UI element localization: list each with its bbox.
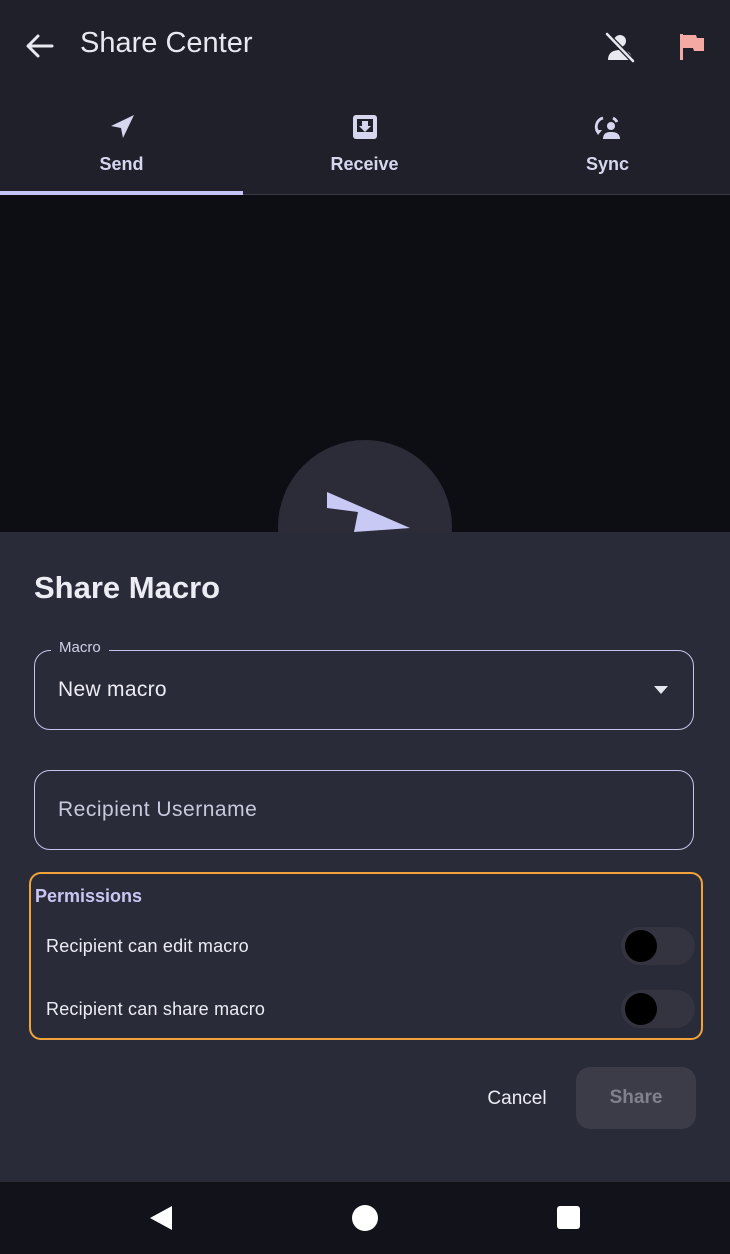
recipient-username-input[interactable]: Recipient Username <box>34 770 694 850</box>
app-title: Share Center <box>80 27 253 59</box>
permission-row-edit: Recipient can edit macro <box>46 927 701 967</box>
permissions-section: Permissions Recipient can edit macro Rec… <box>29 872 703 1040</box>
account-sync-icon <box>594 116 620 139</box>
share-permission-toggle[interactable] <box>621 990 695 1028</box>
tab-send-label: Send <box>99 154 144 174</box>
tab-send[interactable]: Send <box>0 92 243 195</box>
chevron-down-icon <box>654 686 668 694</box>
tab-receive[interactable]: Receive <box>243 92 486 194</box>
system-navigation-bar <box>0 1182 730 1254</box>
permissions-title: Permissions <box>35 886 143 906</box>
person-off-icon[interactable] <box>602 30 638 64</box>
tab-receive-label: Receive <box>330 154 399 174</box>
toggle-knob <box>625 993 657 1025</box>
tab-sync[interactable]: Sync <box>486 92 729 194</box>
back-arrow-icon[interactable] <box>22 30 58 62</box>
app-bar: Share Center <box>0 0 730 92</box>
recipient-placeholder: Recipient Username <box>58 798 258 821</box>
macro-field-legend: Macro <box>51 639 109 656</box>
share-button[interactable]: Share <box>576 1067 696 1129</box>
macro-dropdown[interactable]: Macro New macro <box>34 639 694 730</box>
permission-share-label: Recipient can share macro <box>46 999 266 1019</box>
flag-icon[interactable] <box>676 31 706 61</box>
toggle-knob <box>625 930 657 962</box>
edit-permission-toggle[interactable] <box>621 927 695 965</box>
sheet-title: Share Macro <box>34 570 221 605</box>
nav-recents-icon[interactable] <box>557 1206 580 1229</box>
nav-home-icon[interactable] <box>352 1205 378 1231</box>
navigation-arrow-icon <box>110 115 134 138</box>
cancel-button[interactable]: Cancel <box>472 1082 562 1116</box>
tab-sync-label: Sync <box>585 154 630 174</box>
download-box-icon <box>352 115 377 139</box>
share-macro-sheet: Share Macro Macro New macro Recipient Us… <box>0 532 730 1182</box>
permission-row-share: Recipient can share macro <box>46 990 701 1030</box>
macro-field-value: New macro <box>58 678 167 701</box>
permission-edit-label: Recipient can edit macro <box>46 936 249 956</box>
tab-bar: Send Receive Sync <box>0 92 730 195</box>
nav-back-icon[interactable] <box>148 1204 174 1232</box>
